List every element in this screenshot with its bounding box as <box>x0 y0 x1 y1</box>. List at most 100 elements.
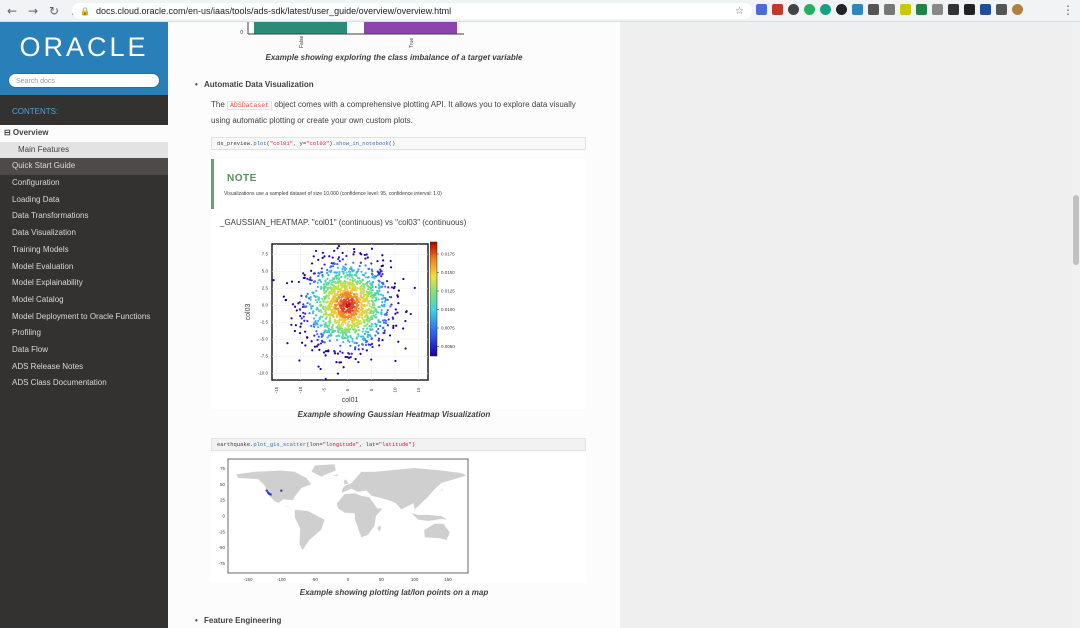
scatter-point <box>381 294 385 297</box>
scatter-point <box>321 256 324 259</box>
map-y-tick-label: -75 <box>218 561 225 566</box>
scatter-point <box>376 260 379 263</box>
extension-icon[interactable] <box>932 4 943 15</box>
extension-icon[interactable] <box>948 4 959 15</box>
avatar[interactable] <box>1012 4 1023 15</box>
toc-item[interactable]: Quick Start Guide <box>0 158 168 176</box>
puzzle-icon[interactable] <box>996 4 1007 15</box>
extension-icon[interactable] <box>868 4 879 15</box>
toc-item[interactable]: Data Flow <box>0 342 168 359</box>
scatter-point <box>326 288 329 291</box>
scatter-point <box>375 330 378 333</box>
class-imbalance-chart-fragment: 0 False True <box>240 22 464 48</box>
map-point <box>266 491 270 494</box>
toc-item[interactable]: Profiling <box>0 325 168 342</box>
scatter-point <box>326 268 329 272</box>
world-map-chart: 75 50 25 0 -25 -50 -75 -150 -100 -50 0 50 100 150 <box>218 458 469 582</box>
note-text: Visualizations use a sampled dataset of … <box>224 191 442 197</box>
map-y-tick-label: 0 <box>222 514 225 519</box>
address-bar[interactable]: 🔒 docs.cloud.oracle.com/en-us/iaas/tools… <box>72 3 752 19</box>
forward-icon[interactable]: → <box>24 2 42 20</box>
scrollbar-thumb[interactable] <box>1073 195 1079 265</box>
scatter-point <box>360 335 363 338</box>
toc-item[interactable]: Configuration <box>0 175 168 192</box>
x-tick-label: 0 <box>345 388 350 391</box>
toc-item[interactable]: Model Deployment to Oracle Functions <box>0 309 168 326</box>
scatter-point <box>335 271 338 274</box>
extension-icon[interactable] <box>756 4 767 15</box>
toc-item-main-features[interactable]: Main Features <box>0 141 168 159</box>
scatter-point <box>284 298 288 302</box>
scatter-point <box>374 296 377 299</box>
extension-icon[interactable] <box>836 4 847 15</box>
toc-item-overview[interactable]: ⊟ Overview <box>0 125 168 142</box>
scatter-point <box>330 292 333 295</box>
scatter-point <box>327 283 330 286</box>
scatter-point <box>377 298 380 301</box>
scatter-point <box>363 325 366 328</box>
scatter-point <box>349 323 352 327</box>
scatter-point <box>366 256 369 259</box>
scatter-point <box>325 311 328 314</box>
toc-item[interactable]: Data Visualization <box>0 225 168 242</box>
toc-item[interactable]: Model Evaluation <box>0 259 168 276</box>
colorbar-tick-label: 0.0050 <box>441 344 455 349</box>
scatter-point <box>377 332 380 335</box>
search-input[interactable]: Search docs <box>8 73 160 88</box>
scatter-point <box>304 344 307 347</box>
scatter-point <box>310 340 313 343</box>
scatter-point <box>336 266 340 269</box>
toc-item[interactable]: Model Catalog <box>0 292 168 309</box>
extension-icon[interactable] <box>964 4 975 15</box>
scatter-point <box>308 312 311 315</box>
scatter-point <box>394 312 397 315</box>
scatter-point <box>359 352 362 355</box>
toc-item[interactable]: Training Models <box>0 242 168 259</box>
oracle-logo[interactable]: ORACLE <box>0 32 168 63</box>
scatter-point <box>359 308 362 312</box>
map-x-tick-label: -150 <box>243 577 253 582</box>
scatter-point <box>404 319 407 323</box>
extension-icon[interactable] <box>852 4 863 15</box>
scatter-point <box>361 273 364 276</box>
scatter-point <box>361 300 364 303</box>
bookmark-star-icon[interactable]: ☆ <box>735 6 744 17</box>
scatter-point <box>372 312 375 315</box>
extension-icon[interactable] <box>980 4 991 15</box>
extension-icon[interactable] <box>788 4 799 15</box>
scrollbar[interactable] <box>1072 22 1080 628</box>
reload-icon[interactable]: ↻ <box>45 2 63 20</box>
scatter-point <box>315 295 318 298</box>
scatter-point <box>320 339 324 342</box>
scatter-point <box>327 281 330 284</box>
scatter-point <box>393 282 397 285</box>
scatter-point <box>338 302 342 305</box>
scatter-point <box>319 285 323 288</box>
extension-icon[interactable] <box>916 4 927 15</box>
toc-item[interactable]: Data Transformations <box>0 208 168 225</box>
extension-icon[interactable] <box>820 4 831 15</box>
back-icon[interactable]: ← <box>3 2 21 20</box>
scatter-point <box>351 328 355 331</box>
toc-item[interactable]: Loading Data <box>0 192 168 209</box>
scatter-point <box>372 314 375 317</box>
scatter-point <box>311 304 314 308</box>
scatter-point <box>347 339 350 342</box>
colorbar-tick-label: 0.0100 <box>441 307 455 312</box>
extension-icon[interactable] <box>804 4 815 15</box>
scatter-point <box>336 274 340 277</box>
scatter-point <box>320 311 323 314</box>
scatter-point <box>374 299 377 302</box>
scatter-point <box>351 277 355 280</box>
extension-icon[interactable] <box>772 4 783 15</box>
more-menu-icon[interactable]: ⋮ <box>1062 3 1074 17</box>
scatter-point <box>349 278 352 281</box>
paragraph-plotting-api: The ADSDataset object comes with a compr… <box>211 100 576 125</box>
scatter-point <box>349 334 352 338</box>
toc-item[interactable]: ADS Class Documentation <box>0 375 168 392</box>
extension-icon[interactable] <box>900 4 911 15</box>
toc-item[interactable]: Model Explainability <box>0 275 168 292</box>
toc-item[interactable]: ADS Release Notes <box>0 359 168 376</box>
scatter-point <box>282 295 285 298</box>
extension-icon[interactable] <box>884 4 895 15</box>
